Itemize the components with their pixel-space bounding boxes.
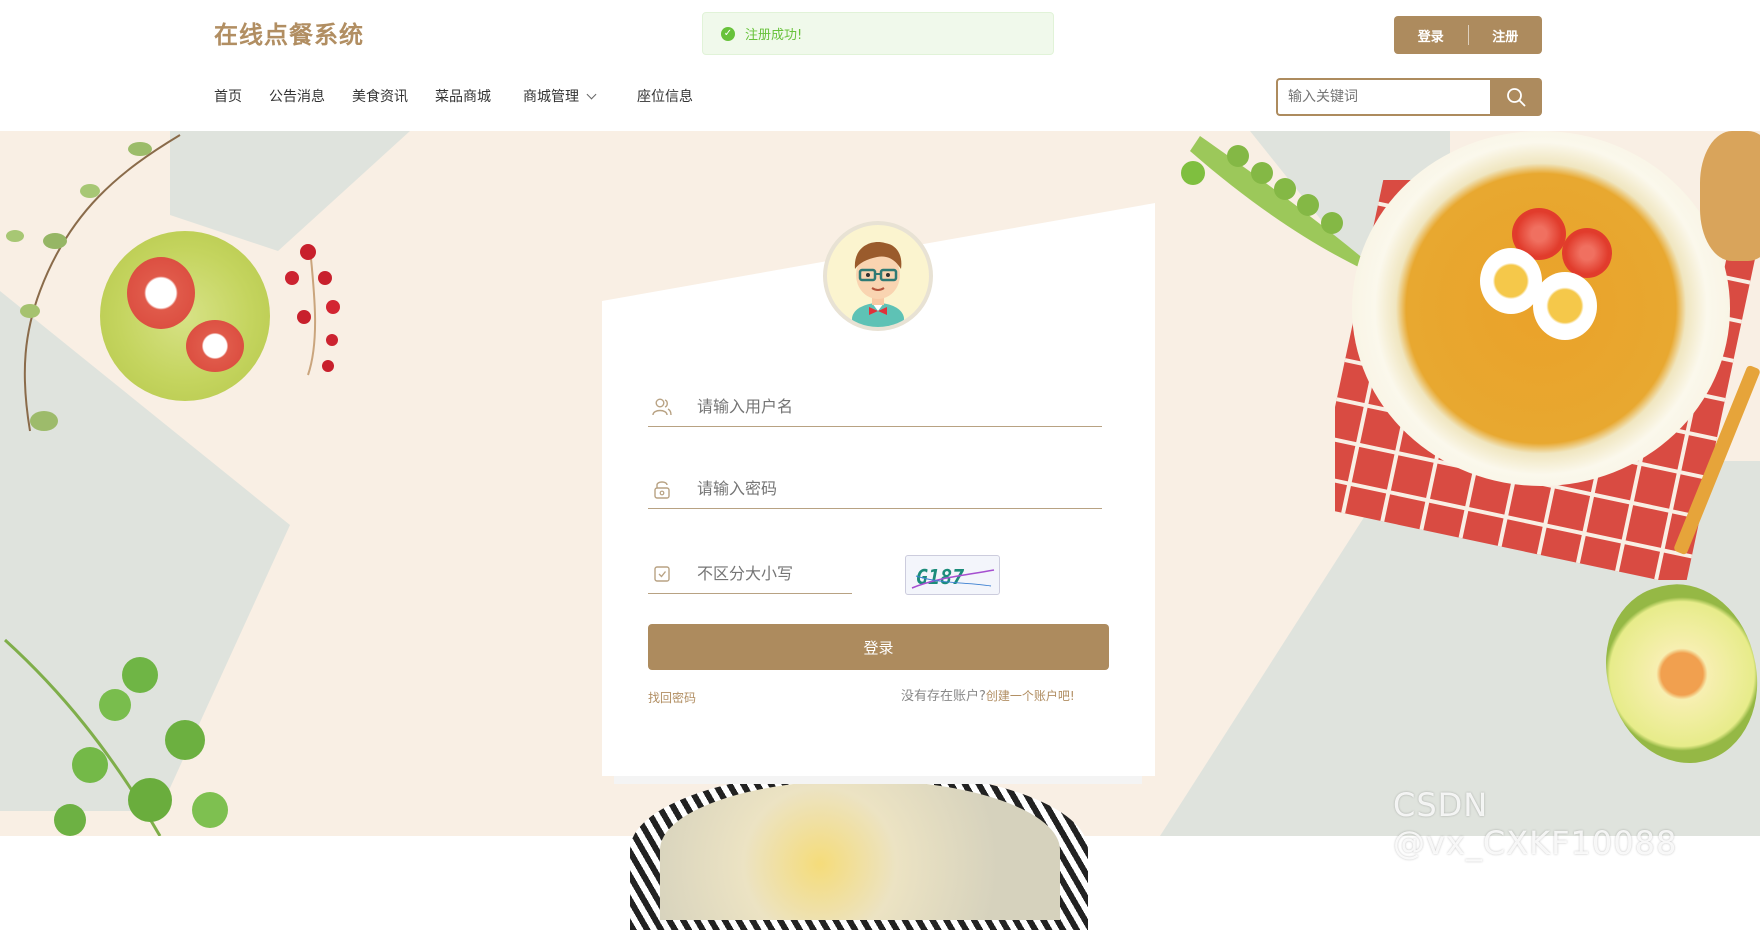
search-icon <box>1507 88 1526 107</box>
nav-item-food-news[interactable]: 美食资讯 <box>352 86 408 106</box>
tomato-slice <box>1562 228 1612 278</box>
password-input[interactable] <box>695 478 995 499</box>
forgot-password-link[interactable]: 找回密码 <box>648 689 696 706</box>
username-field <box>648 387 1102 427</box>
avatar-illustration <box>852 242 904 327</box>
nav-label: 座位信息 <box>637 89 693 105</box>
nav-item-announcements[interactable]: 公告消息 <box>269 86 325 106</box>
nav-item-home[interactable]: 首页 <box>214 86 242 106</box>
captcha-check-icon <box>651 563 673 585</box>
nav-item-dish-mall[interactable]: 菜品商城 <box>435 86 491 106</box>
avatar <box>823 221 933 331</box>
search-input[interactable] <box>1276 78 1490 116</box>
card-shadow <box>614 776 1142 784</box>
nav-label: 美食资讯 <box>352 89 408 105</box>
herb-decoration <box>3 638 228 836</box>
register-prompt: 没有存在账户?创建一个账户吧! <box>901 685 1075 704</box>
strawberry-slice <box>186 320 244 372</box>
auth-button-group: 登录 注册 <box>1394 16 1542 54</box>
lock-icon <box>651 478 673 500</box>
nav-label: 菜品商城 <box>435 89 491 105</box>
captcha-input[interactable] <box>695 563 845 584</box>
success-toast: ✓ 注册成功! <box>702 12 1054 55</box>
strawberry-slice <box>127 257 195 329</box>
header-register-button[interactable]: 注册 <box>1469 26 1543 45</box>
password-field <box>648 469 1102 509</box>
captcha-field <box>648 554 852 594</box>
user-icon <box>651 396 673 418</box>
nav-item-seat-info[interactable]: 座位信息 <box>637 86 693 106</box>
create-account-link[interactable]: 创建一个账户吧! <box>986 689 1075 703</box>
nav-label: 公告消息 <box>269 89 325 105</box>
search-box <box>1276 78 1542 116</box>
login-button[interactable]: 登录 <box>648 624 1109 670</box>
check-circle-icon: ✓ <box>721 26 735 41</box>
header-login-button[interactable]: 登录 <box>1394 26 1468 45</box>
nav-item-mall-management[interactable]: 商城管理 <box>523 86 597 106</box>
site-header: 在线点餐系统 ✓ 注册成功! 登录 注册 首页 公告消息 美食资讯 菜品商城 商… <box>0 0 1760 131</box>
egg-slice <box>1533 272 1597 340</box>
bread-decoration <box>1700 131 1760 261</box>
chevron-down-icon <box>586 89 597 99</box>
toast-message: 注册成功! <box>745 28 803 43</box>
main-nav: 首页 公告消息 美食资讯 菜品商城 商城管理 座位信息 <box>214 86 720 106</box>
captcha-image[interactable]: G187 <box>905 555 1000 595</box>
watermark: CSDN @vx_CXKF10088 <box>1393 786 1678 862</box>
nav-label: 商城管理 <box>523 89 579 105</box>
plate-food-bottom <box>660 780 1060 920</box>
site-title: 在线点餐系统 <box>214 21 364 49</box>
no-account-text: 没有存在账户? <box>901 689 986 704</box>
nav-label: 首页 <box>214 89 242 105</box>
berries-decoration <box>285 244 340 376</box>
search-button[interactable] <box>1490 78 1542 116</box>
username-input[interactable] <box>695 396 995 417</box>
captcha-graphic: G187 <box>911 565 995 589</box>
captcha-text: G187 <box>916 565 964 589</box>
